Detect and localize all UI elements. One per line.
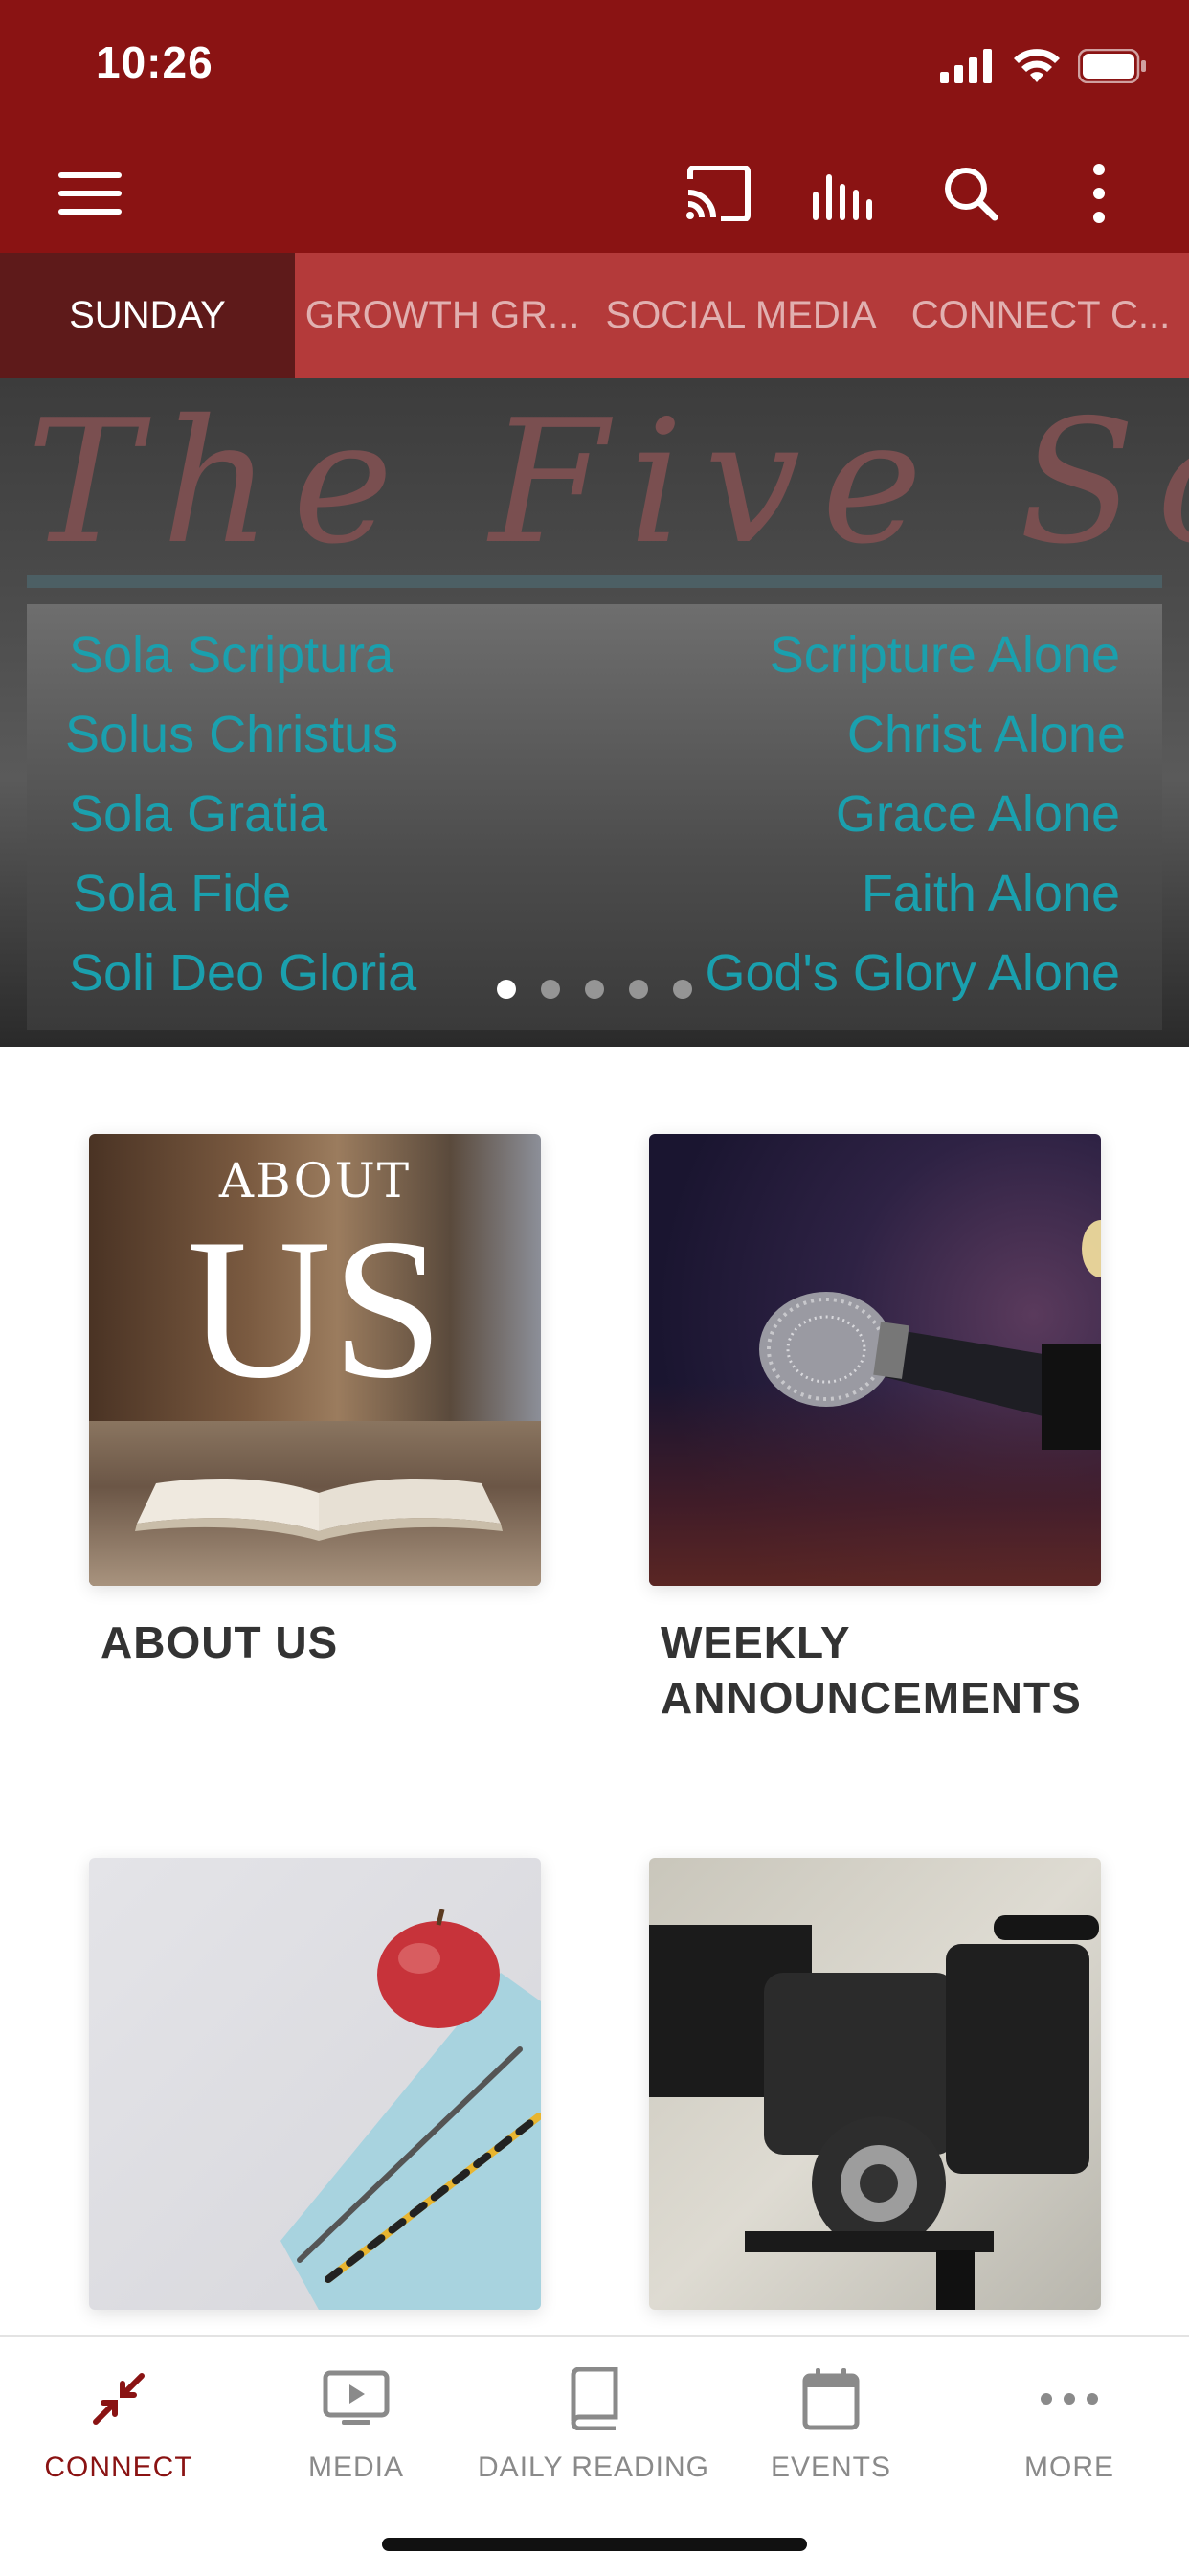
tab-bar-daily-reading[interactable]: DAILY READING: [475, 2356, 712, 2484]
menu-icon[interactable]: [54, 157, 126, 230]
card-title: WEEKLY ANNOUNCEMENTS: [661, 1617, 1082, 1723]
hero-carousel[interactable]: The Five Solas Sola Scriptura Scripture …: [0, 378, 1189, 1047]
more-vertical-icon[interactable]: [1063, 157, 1135, 230]
tab-label: CONNECT: [44, 2452, 193, 2483]
media-play-icon: [237, 2356, 475, 2442]
search-icon[interactable]: [934, 157, 1007, 230]
home-indicator[interactable]: [382, 2538, 807, 2551]
microphone-icon: [759, 1292, 1101, 1450]
status-time: 10:26: [96, 37, 213, 87]
about-us-image: ABOUT US: [89, 1134, 541, 1586]
apple-notebook-image: [89, 1858, 541, 2310]
category-tabs: SUNDAY GROWTH GR... SOCIAL MEDIA CONNECT…: [0, 253, 1189, 378]
sola-row: Sola Fide Faith Alone: [27, 864, 1162, 940]
sola-latin: Solus Christus: [65, 706, 399, 763]
tab-growth-groups[interactable]: GROWTH GR...: [295, 253, 590, 378]
audio-bars-icon[interactable]: [808, 157, 881, 230]
sola-english: Scripture Alone: [769, 626, 1120, 684]
app-bar: [0, 132, 1189, 253]
card-media-camera[interactable]: [649, 1858, 1101, 2339]
tab-bar-more[interactable]: MORE: [950, 2356, 1189, 2484]
tab-bar-connect[interactable]: CONNECT: [0, 2356, 237, 2484]
sola-english: Christ Alone: [846, 706, 1126, 763]
status-icons: [940, 48, 1147, 84]
open-bible-image: [135, 1479, 503, 1541]
tab-bar-media[interactable]: MEDIA: [237, 2356, 475, 2484]
sola-english: Faith Alone: [861, 865, 1120, 922]
video-camera-icon: [649, 1915, 1099, 2310]
tab-connect[interactable]: CONNECT C...: [892, 253, 1189, 378]
calendar-icon: [712, 2356, 950, 2442]
sola-latin: Sola Scriptura: [69, 626, 394, 684]
camera-image: [649, 1858, 1101, 2310]
apple-image: [377, 1909, 500, 2028]
sola-row: Solus Christus Christ Alone: [27, 705, 1162, 781]
status-bar: 10:26: [0, 0, 1189, 132]
tab-label: EVENTS: [770, 2452, 892, 2483]
card-title: ABOUT US: [101, 1617, 339, 1667]
solas-table: Sola Scriptura Scripture Alone Solus Chr…: [27, 604, 1162, 1030]
carousel-dots: [0, 980, 1189, 999]
sola-latin: Sola Gratia: [69, 785, 328, 843]
wifi-icon: [1014, 49, 1060, 82]
cast-icon[interactable]: [682, 157, 754, 230]
battery-icon: [1078, 49, 1146, 83]
sola-row: Sola Gratia Grace Alone: [27, 784, 1162, 861]
card-weekly-announcements[interactable]: WEEKLY ANNOUNCEMENTS: [649, 1134, 1101, 1726]
card-about-us[interactable]: ABOUT US ABOUT US: [89, 1134, 541, 1670]
more-horizontal-icon: [950, 2356, 1189, 2442]
signal-icon: [940, 49, 992, 83]
tab-bar-events[interactable]: EVENTS: [712, 2356, 950, 2484]
carousel-dot[interactable]: [497, 980, 516, 999]
tab-label: MORE: [1024, 2452, 1114, 2483]
card-daily-reading-apple[interactable]: [89, 1858, 541, 2339]
sola-latin: Sola Fide: [73, 865, 292, 922]
tab-social-media[interactable]: SOCIAL MEDIA: [590, 253, 892, 378]
tab-label: MEDIA: [307, 2452, 404, 2483]
carousel-dot[interactable]: [541, 980, 560, 999]
about-image-big-text: US: [186, 1198, 444, 1420]
carousel-dot[interactable]: [673, 980, 692, 999]
sola-row: Sola Scriptura Scripture Alone: [27, 625, 1162, 702]
tab-label: DAILY READING: [478, 2452, 709, 2483]
hero-divider: [27, 575, 1162, 588]
book-icon: [475, 2356, 712, 2442]
carousel-dot[interactable]: [629, 980, 648, 999]
hero-title: The Five Solas: [27, 383, 1189, 581]
carousel-dot[interactable]: [585, 980, 604, 999]
microphone-image: [649, 1134, 1101, 1586]
connect-arrows-icon: [0, 2356, 237, 2442]
sola-english: Grace Alone: [835, 785, 1120, 843]
tab-sunday[interactable]: SUNDAY: [0, 253, 295, 378]
